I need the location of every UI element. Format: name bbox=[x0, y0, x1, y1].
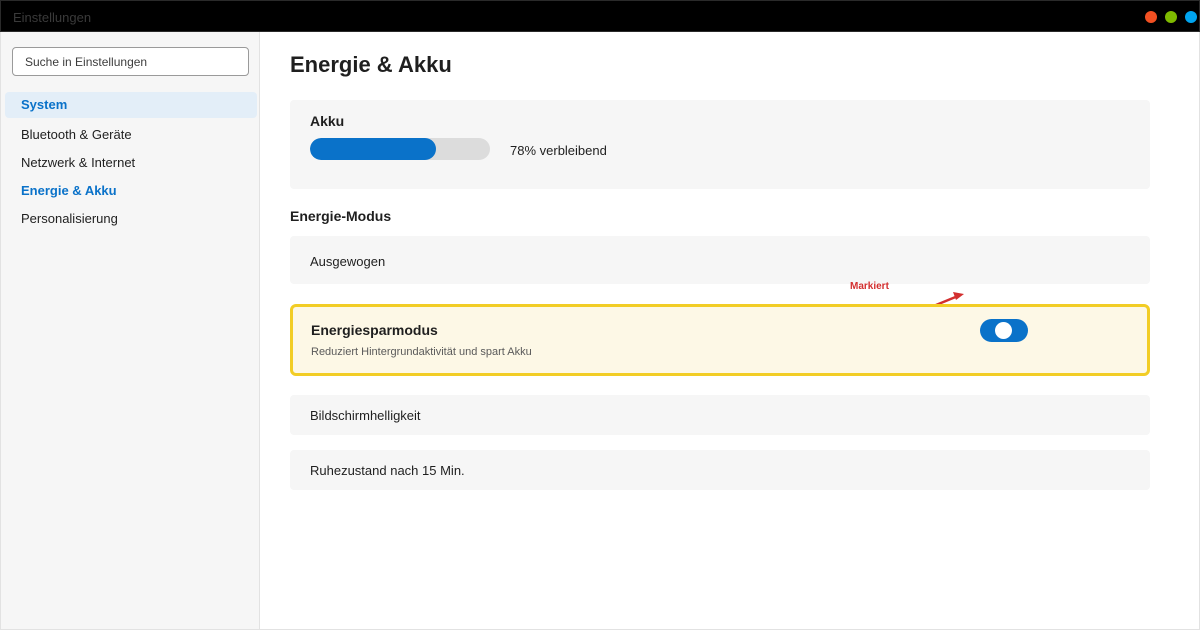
sidebar-item-system[interactable]: System bbox=[5, 92, 257, 118]
power-mode-heading: Energie-Modus bbox=[290, 208, 392, 224]
sleep-label: Ruhezustand nach 15 Min. bbox=[310, 463, 465, 478]
search-input[interactable] bbox=[12, 47, 249, 76]
sidebar-item-network[interactable]: Netzwerk & Internet bbox=[5, 150, 257, 176]
close-window-button[interactable] bbox=[1145, 11, 1157, 23]
maximize-window-button[interactable] bbox=[1185, 11, 1197, 23]
window-controls bbox=[1145, 11, 1199, 23]
sidebar-item-personalization[interactable]: Personalisierung bbox=[5, 206, 257, 232]
screen-brightness-label: Bildschirmhelligkeit bbox=[310, 408, 421, 423]
main-content: Energie & Akku Akku 78% verbleibend Ener… bbox=[260, 32, 1200, 630]
screen-brightness-row[interactable]: Bildschirmhelligkeit bbox=[290, 395, 1150, 435]
battery-progress-fill bbox=[310, 138, 436, 160]
window-title: Einstellungen bbox=[13, 10, 92, 25]
battery-title: Akku bbox=[310, 113, 345, 129]
sleep-row[interactable]: Ruhezustand nach 15 Min. bbox=[290, 450, 1150, 490]
battery-saver-row: Energiesparmodus Reduziert Hintergrundak… bbox=[290, 304, 1150, 376]
sidebar: System Bluetooth & Geräte Netzwerk & Int… bbox=[0, 32, 260, 630]
power-mode-row[interactable]: Ausgewogen bbox=[290, 236, 1150, 284]
title-bar: Einstellungen bbox=[0, 0, 1200, 32]
battery-saver-title: Energiesparmodus bbox=[311, 322, 438, 338]
battery-card: Akku 78% verbleibend bbox=[290, 100, 1150, 189]
sidebar-item-bluetooth[interactable]: Bluetooth & Geräte bbox=[5, 122, 257, 148]
page-title: Energie & Akku bbox=[290, 52, 452, 77]
battery-saver-toggle[interactable] bbox=[980, 319, 1028, 342]
toggle-knob bbox=[995, 322, 1012, 339]
battery-progress-bar bbox=[310, 138, 490, 160]
battery-remaining-text: 78% verbleibend bbox=[510, 143, 607, 158]
minimize-window-button[interactable] bbox=[1165, 11, 1177, 23]
battery-saver-description: Reduziert Hintergrundaktivität und spart… bbox=[311, 346, 532, 358]
annotation-label: Markiert bbox=[850, 281, 889, 292]
sidebar-item-power-battery[interactable]: Energie & Akku bbox=[5, 178, 257, 204]
power-mode-value: Ausgewogen bbox=[310, 254, 386, 269]
